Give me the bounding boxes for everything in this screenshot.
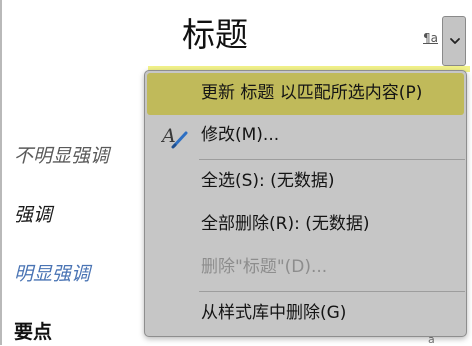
chevron-down-icon: [450, 38, 460, 44]
pen-icon: A: [161, 125, 188, 149]
menu-item-label: 全选(S): (无数据): [201, 171, 335, 191]
paragraph-style-mark: ¶a: [423, 31, 438, 45]
menu-item-label: 更新 标题 以匹配所选内容(P): [201, 83, 423, 103]
pane-border: [0, 0, 2, 345]
svg-text:A: A: [161, 125, 176, 147]
menu-item-label: 修改(M)...: [201, 125, 280, 145]
style-dropdown-button[interactable]: [442, 16, 466, 66]
style-item-emphasis[interactable]: 强调: [14, 206, 52, 225]
menu-item-modify[interactable]: A 修改(M)...: [147, 115, 464, 157]
menu-item-update-to-match[interactable]: 更新 标题 以匹配所选内容(P): [147, 73, 464, 115]
menu-item-delete-style: 删除"标题"(D)...: [147, 247, 464, 289]
style-item-strong[interactable]: 要点: [14, 323, 52, 342]
menu-item-label: 从样式库中删除(G): [201, 303, 347, 323]
menu-item-select-all[interactable]: 全选(S): (无数据): [147, 161, 464, 203]
style-item-heading-label: 标题: [182, 15, 248, 54]
style-context-menu: 更新 标题 以匹配所选内容(P) A 修改(M)... 全选(S): (无数据)…: [144, 70, 467, 337]
menu-item-label: 删除"标题"(D)...: [201, 257, 328, 277]
menu-item-label: 全部删除(R): (无数据): [201, 214, 370, 234]
menu-item-delete-all[interactable]: 全部删除(R): (无数据): [147, 204, 464, 246]
menu-item-remove-from-gallery[interactable]: 从样式库中删除(G): [147, 293, 464, 335]
style-item-intense-emphasis[interactable]: 明显强调: [14, 265, 90, 284]
menu-separator: [199, 291, 465, 292]
menu-separator: [199, 159, 465, 160]
style-item-subtle-emphasis[interactable]: 不明显强调: [14, 147, 109, 166]
